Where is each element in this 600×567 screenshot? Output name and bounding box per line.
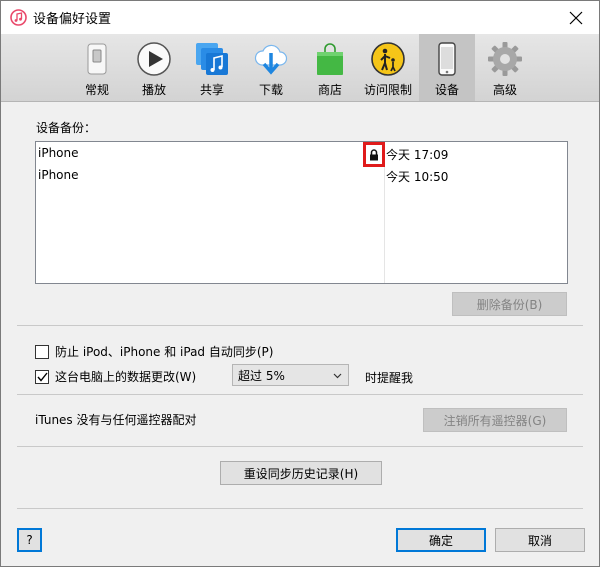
warn-suffix: 时提醒我 (365, 371, 414, 385)
chevron-down-icon (333, 373, 342, 379)
preferences-window: 设备偏好设置 常规 播放 共享 下载 商店 访问限制 设备 高级 设备备份： i… (0, 0, 600, 567)
forget-remotes-button[interactable]: 注销所有遥控器(G) (423, 408, 567, 432)
table-row[interactable]: iPhone 今天 10:50 (36, 164, 567, 186)
close-icon (569, 11, 583, 24)
window-title: 设备偏好设置 (33, 12, 112, 27)
ok-button[interactable]: 确定 (396, 528, 486, 552)
title-bar: 设备偏好设置 (1, 1, 599, 34)
phone-icon (438, 42, 456, 76)
tab-advanced[interactable]: 高级 (477, 34, 533, 101)
close-button[interactable] (553, 1, 599, 34)
divider (17, 325, 583, 326)
tab-store[interactable]: 商店 (302, 34, 358, 101)
tab-label: 常规 (84, 83, 109, 97)
music-share-icon (196, 43, 228, 75)
tab-label: 共享 (199, 83, 224, 97)
reset-sync-history-button[interactable]: 重设同步历史记录(H) (220, 461, 382, 485)
gear-icon (488, 42, 522, 76)
switch-icon (87, 43, 107, 75)
backups-label: 设备备份： (36, 121, 97, 135)
divider (17, 508, 583, 509)
tab-restrictions[interactable]: 访问限制 (360, 34, 416, 101)
prevent-sync-label: 防止 iPod、iPhone 和 iPad 自动同步(P) (55, 345, 274, 359)
delete-backup-button[interactable]: 删除备份(B) (452, 292, 567, 316)
help-button[interactable]: ? (17, 528, 42, 552)
remote-pairing-status: iTunes 没有与任何遥控器配对 (35, 413, 197, 427)
tab-label: 播放 (141, 83, 166, 97)
data-change-warning-checkbox[interactable] (35, 369, 49, 384)
data-change-warning-option[interactable]: 这台电脑上的数据更改(W) (35, 368, 196, 385)
lock-icon (370, 148, 378, 160)
tab-label: 访问限制 (363, 83, 412, 97)
itunes-logo-icon (10, 9, 27, 26)
prevent-sync-option[interactable]: 防止 iPod、iPhone 和 iPad 自动同步(P) (35, 343, 273, 360)
backup-device-name: iPhone (38, 146, 79, 160)
tab-label: 商店 (317, 83, 342, 97)
cancel-button[interactable]: 取消 (495, 528, 585, 552)
tab-devices[interactable]: 设备 (419, 34, 475, 101)
parental-controls-icon (371, 42, 405, 76)
tab-general[interactable]: 常规 (69, 34, 125, 101)
play-icon (137, 42, 171, 76)
tab-label: 高级 (492, 83, 517, 97)
threshold-select[interactable]: 超过 5% (232, 364, 349, 386)
threshold-value: 超过 5% (238, 368, 285, 383)
table-row[interactable]: iPhone 今天 17:09 (36, 142, 567, 167)
backup-list[interactable]: iPhone 今天 17:09 iPhone 今天 10:50 (35, 141, 568, 284)
backup-date: 今天 17:09 (386, 148, 449, 162)
tab-sharing[interactable]: 共享 (184, 34, 240, 101)
tab-playback[interactable]: 播放 (126, 34, 182, 101)
backup-date: 今天 10:50 (386, 170, 449, 184)
tab-label: 设备 (434, 83, 459, 97)
divider (17, 394, 583, 395)
backup-device-name: iPhone (38, 168, 79, 182)
store-bag-icon (317, 43, 343, 75)
prevent-sync-checkbox[interactable] (35, 344, 49, 359)
tab-label: 下载 (258, 83, 283, 97)
checkmark-icon (36, 372, 48, 382)
tab-downloads[interactable]: 下载 (243, 34, 299, 101)
cloud-download-icon (254, 44, 288, 75)
divider (17, 446, 583, 447)
preferences-toolbar: 常规 播放 共享 下载 商店 访问限制 设备 高级 (1, 34, 599, 102)
data-change-warning-label: 这台电脑上的数据更改(W) (55, 370, 197, 384)
